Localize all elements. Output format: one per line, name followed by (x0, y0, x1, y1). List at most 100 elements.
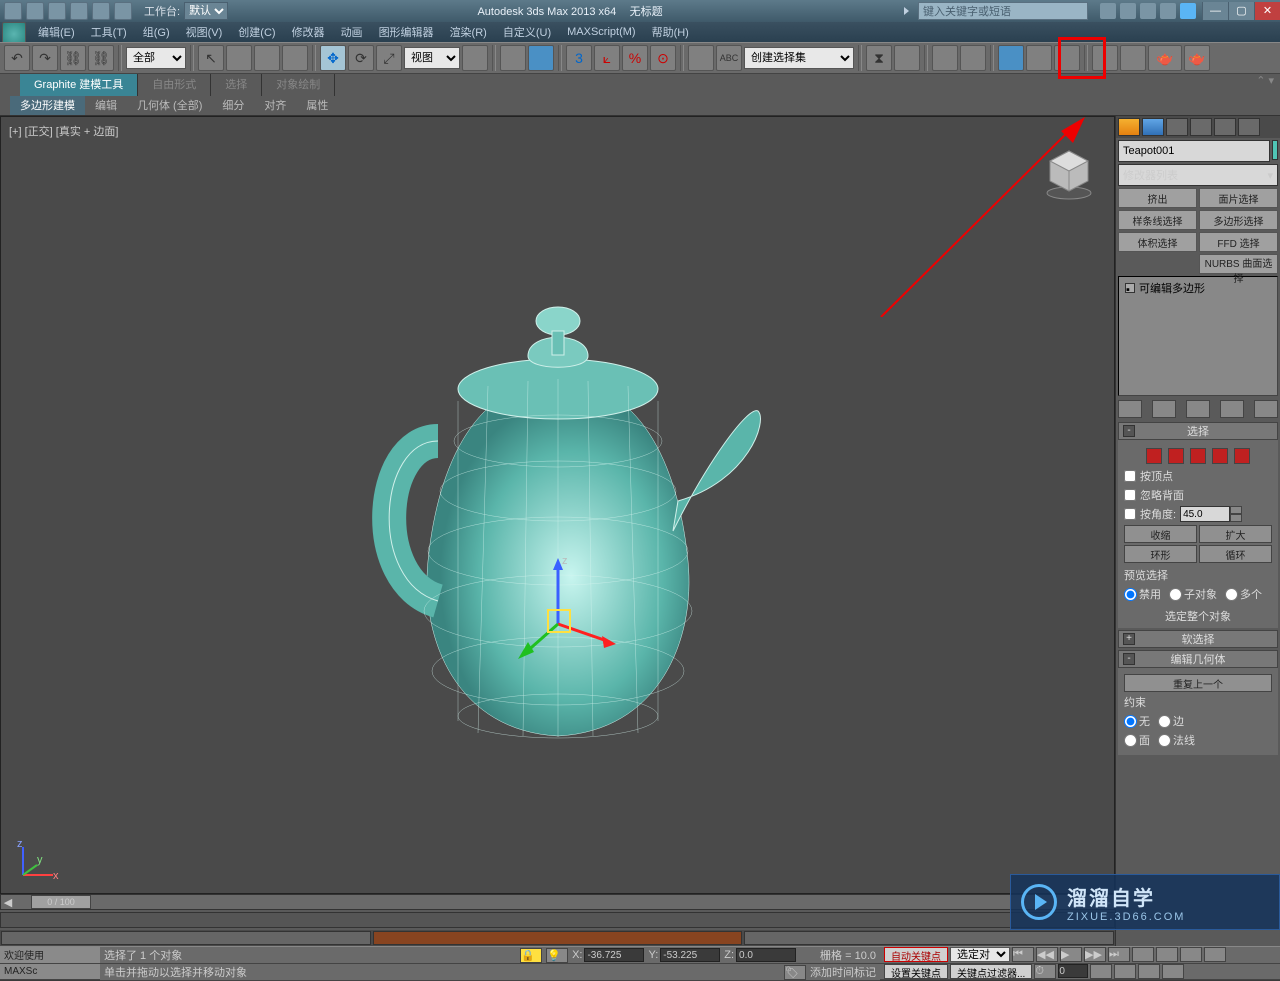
qat-save-icon[interactable] (48, 2, 66, 20)
mod-extrude-button[interactable]: 挤出 (1118, 188, 1197, 208)
snap-toggle-icon[interactable]: 3 (566, 45, 592, 71)
viewcube-icon[interactable] (1044, 147, 1094, 201)
nav-maximize-icon[interactable] (1138, 964, 1160, 979)
spin-up-icon[interactable] (1230, 506, 1242, 514)
rollout-softsel-header[interactable]: +软选择 (1118, 630, 1278, 648)
key-icon[interactable] (1120, 3, 1136, 19)
window-crossing-icon[interactable] (282, 45, 308, 71)
display-tab-icon[interactable] (1214, 118, 1236, 136)
time-tag-label[interactable]: 添加时间标记 (810, 964, 876, 980)
viewport[interactable]: [+] [正交] [真实 + 边面] (0, 116, 1115, 894)
select-region-icon[interactable] (254, 45, 280, 71)
manipulate-icon[interactable] (500, 45, 526, 71)
menu-create[interactable]: 创建(C) (230, 24, 283, 40)
material-editor-icon[interactable] (1054, 45, 1080, 71)
panel-subdiv[interactable]: 细分 (212, 96, 254, 115)
selection-filter-select[interactable]: 全部 (126, 47, 186, 69)
motion-tab-icon[interactable] (1190, 118, 1212, 136)
menu-group[interactable]: 组(G) (135, 24, 178, 40)
stack-expand-icon[interactable]: ▪ (1125, 283, 1135, 293)
qat-new-icon[interactable] (4, 2, 22, 20)
unique-icon[interactable] (1186, 400, 1210, 418)
mod-patchsel-button[interactable]: 面片选择 (1199, 188, 1278, 208)
mod-splinesel-button[interactable]: 样条线选择 (1118, 210, 1197, 230)
ring-button[interactable]: 环形 (1124, 545, 1197, 563)
menu-render[interactable]: 渲染(R) (442, 24, 495, 40)
mod-ffdsel-button[interactable]: FFD 选择 (1199, 232, 1278, 252)
menu-animation[interactable]: 动画 (333, 24, 371, 40)
current-frame-input[interactable] (1058, 964, 1088, 978)
time-tag-icon[interactable]: 🏷 (784, 965, 806, 980)
isolate-icon[interactable]: 💡 (546, 948, 568, 963)
time-slider-handle[interactable]: 0 / 100 (31, 895, 91, 909)
play-icon[interactable] (904, 7, 912, 15)
nav-minmax-icon[interactable] (1162, 964, 1184, 979)
menu-tools[interactable]: 工具(T) (83, 24, 135, 40)
nav-zoomall-icon[interactable] (1156, 947, 1178, 962)
abc-icon[interactable]: ABC (716, 45, 742, 71)
element-level-icon[interactable] (1234, 448, 1250, 464)
unlink-icon[interactable]: ⛓ (88, 45, 114, 71)
spinner-snap-icon[interactable]: ⊙ (650, 45, 676, 71)
prev-key-icon[interactable]: ◀◀ (1036, 947, 1058, 962)
vertex-level-icon[interactable] (1146, 448, 1162, 464)
edge-level-icon[interactable] (1168, 448, 1184, 464)
coord-z-input[interactable] (736, 948, 796, 962)
constraint-none-radio[interactable] (1124, 715, 1137, 728)
polygon-level-icon[interactable] (1212, 448, 1228, 464)
minimize-button[interactable]: — (1202, 2, 1228, 20)
goto-start-icon[interactable]: ⏮ (1012, 947, 1034, 962)
graphite-icon[interactable] (960, 45, 986, 71)
keyfilter-button[interactable]: 关键点过滤器... (950, 964, 1032, 979)
menu-views[interactable]: 视图(V) (178, 24, 231, 40)
menu-maxscript[interactable]: MAXScript(M) (559, 26, 643, 38)
time-slider[interactable]: ◀ 0 / 100 ▶ (0, 894, 1115, 910)
layer-manager-icon[interactable] (932, 45, 958, 71)
constraint-face-radio[interactable] (1124, 734, 1137, 747)
help-icon[interactable] (1180, 3, 1196, 19)
setkey-button[interactable]: 设置关键点 (884, 964, 948, 979)
ignore-backfacing-checkbox[interactable] (1124, 489, 1136, 501)
grow-button[interactable]: 扩大 (1199, 525, 1272, 543)
workspace-switcher[interactable]: 工作台: 默认 (144, 2, 228, 20)
modifier-stack[interactable]: ▪ 可编辑多边形 (1118, 276, 1278, 396)
lock-icon[interactable]: 🔒 (520, 948, 542, 963)
object-color-swatch[interactable] (1272, 140, 1278, 160)
constraint-edge-radio[interactable] (1158, 715, 1171, 728)
nav-pan-icon[interactable] (1090, 964, 1112, 979)
nav-zoom-icon[interactable] (1132, 947, 1154, 962)
search-input[interactable]: 键入关键字或短语 (918, 2, 1088, 20)
nav-fov-icon[interactable] (1204, 947, 1226, 962)
mini-vp-3[interactable] (744, 931, 1114, 945)
move-icon[interactable]: ✥ (320, 45, 346, 71)
menu-edit[interactable]: 编辑(E) (30, 24, 83, 40)
utilities-tab-icon[interactable] (1238, 118, 1260, 136)
menu-modifiers[interactable]: 修改器 (284, 24, 333, 40)
preview-disable-radio[interactable] (1124, 588, 1137, 601)
viewport-label[interactable]: [+] [正交] [真实 + 边面] (9, 123, 118, 139)
named-selection-select[interactable]: 创建选择集 (744, 47, 854, 69)
preview-subobj-radio[interactable] (1169, 588, 1182, 601)
mini-vp-1[interactable] (1, 931, 371, 945)
render-iterative-icon[interactable]: 🫖 (1184, 45, 1210, 71)
panel-polymodeling[interactable]: 多边形建模 (10, 96, 85, 115)
menu-help[interactable]: 帮助(H) (644, 24, 697, 40)
by-angle-checkbox[interactable] (1124, 508, 1136, 520)
stack-item[interactable]: ▪ 可编辑多边形 (1121, 279, 1275, 297)
pivot-icon[interactable] (462, 45, 488, 71)
nav-orbit-icon[interactable] (1114, 964, 1136, 979)
preview-multi-radio[interactable] (1225, 588, 1238, 601)
rollout-selection-header[interactable]: -选择 (1118, 422, 1278, 440)
keyboard-shortcut-icon[interactable] (528, 45, 554, 71)
qat-undo-icon[interactable] (70, 2, 88, 20)
time-config-icon[interactable]: ⏱ (1034, 964, 1056, 979)
qat-link-icon[interactable] (114, 2, 132, 20)
close-button[interactable]: ✕ (1254, 2, 1280, 20)
key-filter-select[interactable]: 选定对 (950, 947, 1010, 962)
qat-open-icon[interactable] (26, 2, 44, 20)
render-setup-icon[interactable] (1092, 45, 1118, 71)
modifier-list-dropdown[interactable]: 修改器列表▾ (1118, 164, 1278, 186)
next-key-icon[interactable]: ▶▶ (1084, 947, 1106, 962)
create-tab-icon[interactable] (1118, 118, 1140, 136)
track-bar[interactable] (0, 912, 1115, 928)
